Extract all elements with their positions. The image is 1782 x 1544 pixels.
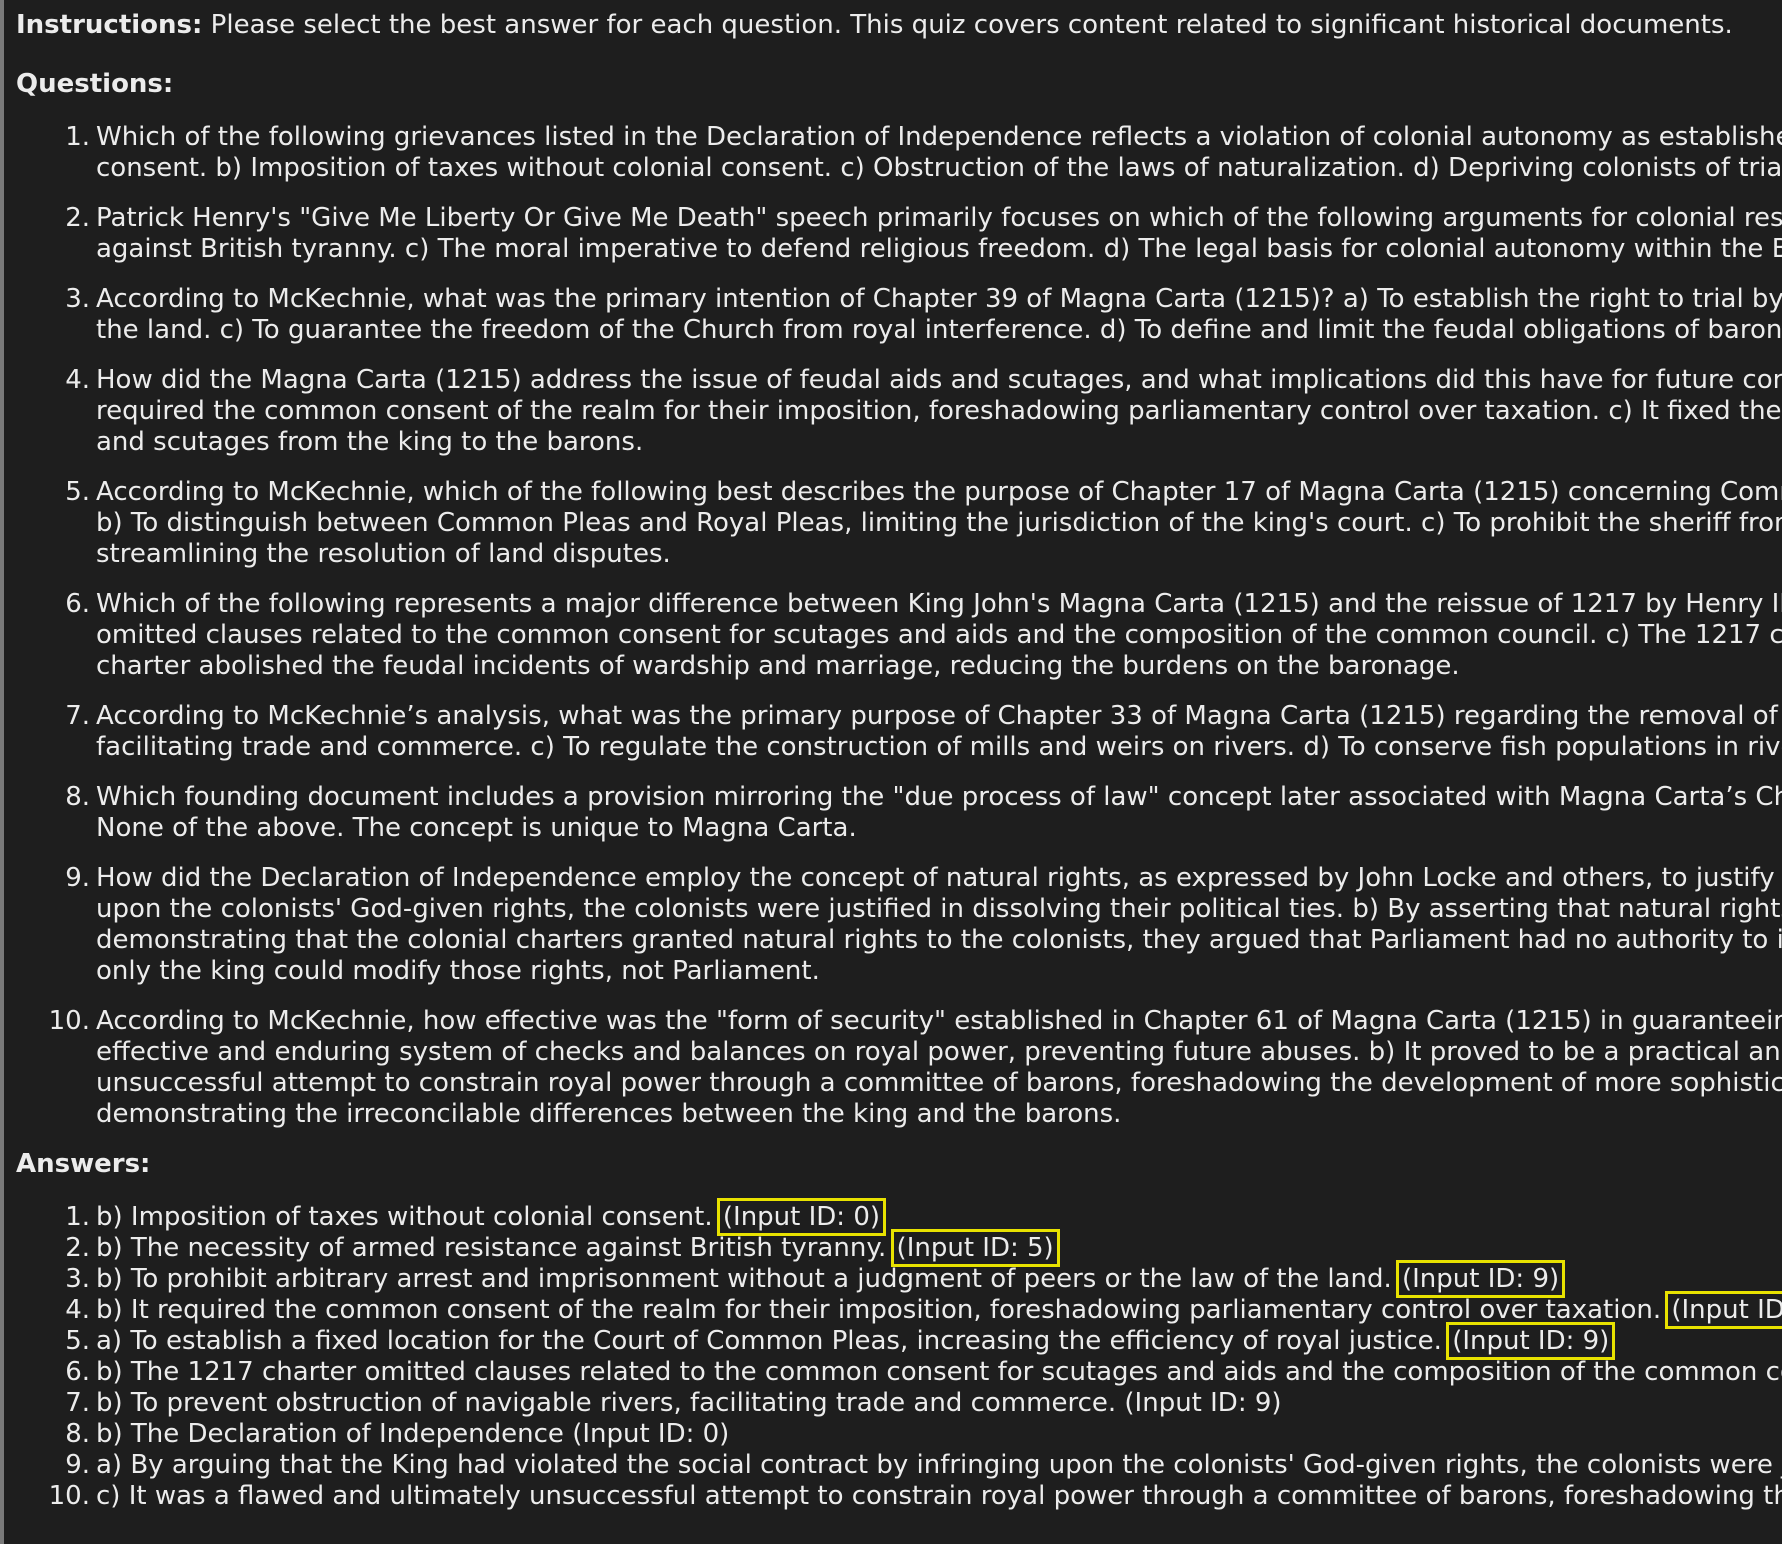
question-number: 2. [65, 203, 90, 233]
answer-number: 1. [65, 1202, 90, 1232]
question-text-line: the land. c) To guarantee the freedom of… [96, 315, 1782, 345]
answer-item: 10. c) It was a flawed and ultimately uns… [16, 1481, 1782, 1512]
input-id-label[interactable]: (Input ID: 9) [1446, 1322, 1616, 1360]
question-text-line: required the common consent of the realm… [96, 396, 1782, 426]
question-text-line: How did the Declaration of Independence … [96, 863, 1782, 893]
answer-item: 7. b) To prevent obstruction of navigable… [16, 1388, 1782, 1419]
question-item: 6. Which of the following represents a ma… [16, 589, 1782, 682]
question-number: 1. [65, 122, 90, 152]
answer-number: 10. [48, 1481, 90, 1511]
answer-text: a) To establish a fixed location for the… [96, 1326, 1451, 1356]
question-text-line: streamlining the resolution of land disp… [96, 539, 671, 569]
answer-text: a) By arguing that the King had violated… [96, 1450, 1782, 1480]
question-item: 4. How did the Magna Carta (1215) address… [16, 365, 1782, 458]
question-text-line: None of the above. The concept is unique… [96, 813, 857, 843]
instructions-label: Instructions: [16, 10, 203, 40]
answer-item: 2. b) The necessity of armed resistance a… [16, 1229, 1782, 1267]
question-text-line: effective and enduring system of checks … [96, 1037, 1782, 1067]
question-text-line: upon the colonists' God-given rights, th… [96, 894, 1782, 924]
instructions-text: Please select the best answer for each q… [202, 10, 1733, 40]
question-text-line: Which founding document includes a provi… [96, 782, 1782, 812]
answer-text: b) To prevent obstruction of navigable r… [96, 1388, 1125, 1418]
answer-number: 7. [65, 1388, 90, 1418]
answer-text: b) Imposition of taxes without colonial … [96, 1202, 721, 1232]
question-text-line: Which of the following represents a majo… [96, 589, 1782, 619]
question-item: 7. According to McKechnie’s analysis, wha… [16, 701, 1782, 763]
question-number: 9. [65, 863, 90, 893]
input-id-label[interactable]: (Input ID: 9) [1395, 1260, 1566, 1298]
answer-item: 4. b) It required the common consent of t… [16, 1291, 1782, 1329]
questions-heading: Questions: [16, 69, 174, 99]
question-item: 5. According to McKechnie, which of the f… [16, 477, 1782, 570]
question-text-line: Patrick Henry's "Give Me Liberty Or Give… [96, 203, 1782, 233]
answer-number: 6. [65, 1357, 90, 1387]
input-id-label[interactable]: (Input ID: 0) [716, 1198, 887, 1236]
answers-heading: Answers: [16, 1149, 151, 1179]
input-id-label: (Input ID: 0) [572, 1419, 730, 1449]
answer-number: 2. [65, 1233, 90, 1263]
answer-item: 9. a) By arguing that the King had violat… [16, 1450, 1782, 1481]
question-number: 5. [65, 477, 90, 507]
question-text-line: consent. b) Imposition of taxes without … [96, 153, 1782, 183]
answer-number: 8. [65, 1419, 90, 1449]
answer-text: c) It was a flawed and ultimately unsucc… [96, 1481, 1782, 1511]
answer-number: 9. [65, 1450, 90, 1480]
input-id-label: (Input ID: 9) [1124, 1388, 1282, 1418]
answer-number: 4. [65, 1295, 90, 1325]
answer-text: b) It required the common consent of the… [96, 1295, 1670, 1325]
answer-text: b) The Declaration of Independence [96, 1419, 573, 1449]
question-text-line: Which of the following grievances listed… [96, 122, 1782, 152]
question-item: 10. According to McKechnie, how effective… [16, 1006, 1782, 1130]
answer-text: b) The necessity of armed resistance aga… [96, 1233, 895, 1263]
question-text-line: According to McKechnie, how effective wa… [96, 1006, 1782, 1036]
question-text-line: only the king could modify those rights,… [96, 956, 820, 986]
answer-item: 6. b) The 1217 charter omitted clauses re… [16, 1357, 1782, 1388]
answer-item: 3. b) To prohibit arbitrary arrest and im… [16, 1260, 1782, 1298]
question-number: 7. [65, 701, 90, 731]
answer-number: 5. [65, 1326, 90, 1356]
question-number: 6. [65, 589, 90, 619]
question-item: 3. According to McKechnie, what was the p… [16, 284, 1782, 346]
input-id-label[interactable]: (Input ID: 9) [1665, 1291, 1782, 1329]
question-item: 9. How did the Declaration of Independenc… [16, 863, 1782, 987]
question-item: 1. Which of the following grievances list… [16, 122, 1782, 184]
question-number: 10. [48, 1006, 90, 1036]
question-text-line: against British tyranny. c) The moral im… [96, 234, 1782, 264]
quiz-panel: Instructions: Please select the best ans… [0, 0, 1782, 1544]
quiz-content: Instructions: Please select the best ans… [16, 10, 1782, 1512]
question-text-line: b) To distinguish between Common Pleas a… [96, 508, 1782, 538]
question-text-line: demonstrating that the colonial charters… [96, 925, 1782, 955]
questions-list: 1. Which of the following grievances list… [16, 122, 1782, 1130]
question-text-line: omitted clauses related to the common co… [96, 620, 1782, 650]
question-item: 2. Patrick Henry's "Give Me Liberty Or Gi… [16, 203, 1782, 265]
question-text-line: charter abolished the feudal incidents o… [96, 651, 1460, 681]
question-text-line: facilitating trade and commerce. c) To r… [96, 732, 1782, 762]
answer-text: b) To prohibit arbitrary arrest and impr… [96, 1264, 1400, 1294]
instructions: Instructions: Please select the best ans… [16, 10, 1782, 41]
question-number: 3. [65, 284, 90, 314]
input-id-label[interactable]: (Input ID: 5) [890, 1229, 1060, 1267]
question-number: 4. [65, 365, 90, 395]
question-text-line: According to McKechnie, which of the fol… [96, 477, 1782, 507]
question-text-line: According to McKechnie’s analysis, what … [96, 701, 1782, 731]
answer-number: 3. [65, 1264, 90, 1294]
question-text-line: and scutages from the king to the barons… [96, 427, 644, 457]
answer-item: 5. a) To establish a fixed location for t… [16, 1322, 1782, 1360]
question-item: 8. Which founding document includes a pro… [16, 782, 1782, 844]
question-text-line: unsuccessful attempt to constrain royal … [96, 1068, 1782, 1098]
answer-item: 8. b) The Declaration of Independence (In… [16, 1419, 1782, 1450]
answers-list: 1. b) Imposition of taxes without colonia… [16, 1198, 1782, 1512]
question-number: 8. [65, 782, 90, 812]
question-text-line: According to McKechnie, what was the pri… [96, 284, 1782, 314]
answer-text: b) The 1217 charter omitted clauses rela… [96, 1357, 1782, 1387]
question-text-line: How did the Magna Carta (1215) address t… [96, 365, 1782, 395]
answer-item: 1. b) Imposition of taxes without colonia… [16, 1198, 1782, 1236]
question-text-line: demonstrating the irreconcilable differe… [96, 1099, 1122, 1129]
